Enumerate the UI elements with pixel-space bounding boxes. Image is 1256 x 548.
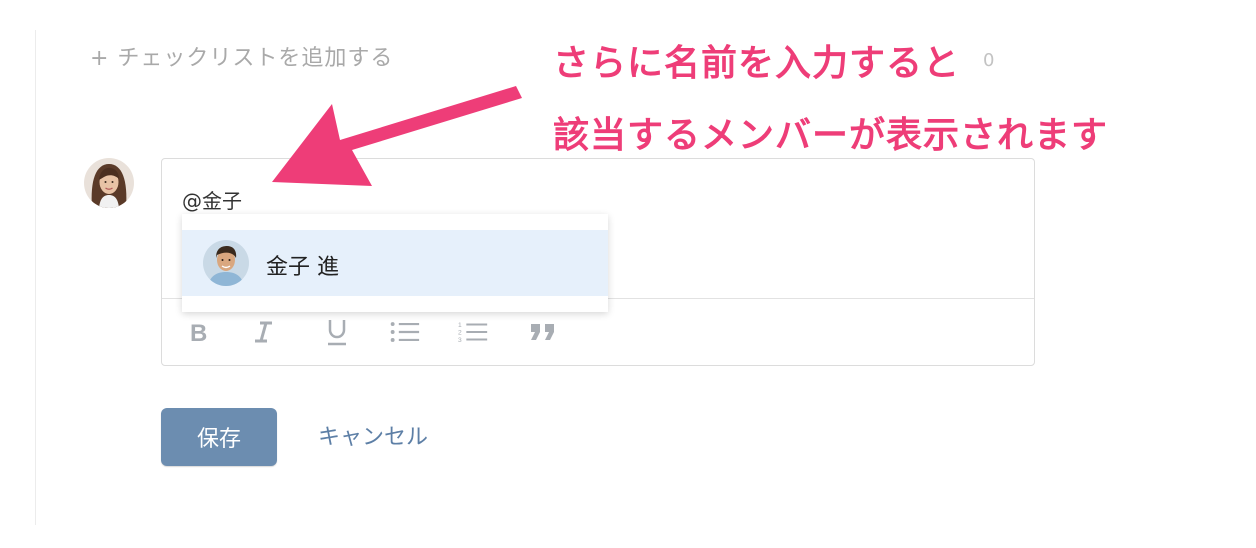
mention-name: 金子 進 <box>266 255 339 280</box>
svg-text:2: 2 <box>458 330 462 337</box>
quote-icon[interactable] <box>528 317 558 347</box>
member-avatar <box>203 240 249 286</box>
svg-text:3: 3 <box>458 337 462 344</box>
svg-text:1: 1 <box>458 322 462 329</box>
mention-suggestion-item[interactable]: 金子 進 <box>182 230 608 296</box>
numbered-list-icon[interactable]: 1 2 3 <box>458 317 488 347</box>
underline-icon[interactable] <box>322 317 352 347</box>
comment-input[interactable]: @金子 <box>182 185 242 214</box>
counter-text: 0 <box>983 50 995 71</box>
svg-text:B: B <box>190 320 207 345</box>
italic-icon[interactable] <box>248 317 278 347</box>
mention-suggestions: 金子 進 <box>182 214 608 312</box>
bulleted-list-icon[interactable] <box>390 317 420 347</box>
annotation-line-2: 該当するメンバーが表示されます <box>553 115 1109 156</box>
cancel-button[interactable]: キャンセル <box>318 419 428 451</box>
annotation-line-1: さらに名前を入力すると <box>553 43 961 84</box>
bold-icon[interactable]: B <box>184 317 214 347</box>
add-checklist-link[interactable]: + チェックリストを追加する <box>90 40 393 72</box>
save-button[interactable]: 保存 <box>161 408 277 466</box>
current-user-avatar <box>84 158 134 208</box>
panel-divider <box>35 30 36 525</box>
